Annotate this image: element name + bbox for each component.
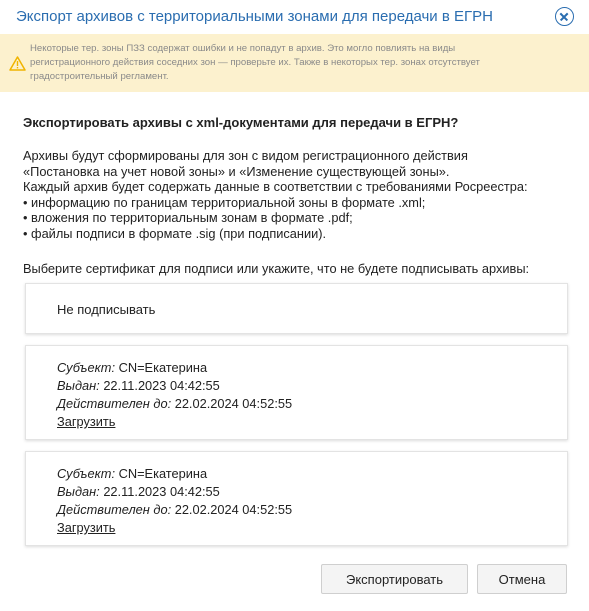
cert-issued-value: 22.11.2023 04:42:55 xyxy=(103,484,220,499)
cert-valid-label: Действителен до: xyxy=(57,396,172,411)
description-line: • информацию по границам территориальной… xyxy=(23,194,426,210)
cert-subject-value: CN=Екатерина xyxy=(118,360,208,375)
cert-issued-value: 22.11.2023 04:42:55 xyxy=(103,378,220,393)
no-sign-option[interactable]: Не подписывать xyxy=(25,283,568,334)
cert-subject-label: Субъект: xyxy=(57,360,116,375)
description-line: Каждый архив будет содержать данные в со… xyxy=(23,179,528,194)
export-question: Экспортировать архивы с xml-документами … xyxy=(23,115,459,130)
warning-banner: Некоторые тер. зоны ПЗЗ содержат ошибки … xyxy=(0,34,589,92)
description-line: «Постановка на учет новой зоны» и «Измен… xyxy=(23,163,450,179)
dialog-header: Экспорт архивов с территориальными зонам… xyxy=(0,0,589,33)
dialog-title: Экспорт архивов с территориальными зонам… xyxy=(16,8,493,25)
warning-line: Некоторые тер. зоны ПЗЗ содержат ошибки … xyxy=(30,43,456,54)
no-sign-label: Не подписывать xyxy=(57,302,156,317)
description-line: Архивы будут сформированы для зон с видо… xyxy=(23,148,468,163)
cert-valid-value: 22.02.2024 04:52:55 xyxy=(174,502,293,517)
cert-valid-row: Действителен до: 22.02.2024 04:52:55 xyxy=(57,395,292,413)
cert-load-link[interactable]: Загрузить xyxy=(57,414,115,429)
certificate-option[interactable]: Субъект: CN=Екатерина Выдан: 22.11.2023 … xyxy=(25,345,568,440)
cert-valid-value: 22.02.2024 04:52:55 xyxy=(174,396,293,411)
cert-subject-row: Субъект: CN=Екатерина xyxy=(57,359,292,377)
cert-valid-label: Действителен до: xyxy=(57,502,172,517)
warning-text: Некоторые тер. зоны ПЗЗ содержат ошибки … xyxy=(30,42,500,84)
cert-valid-row: Действителен до: 22.02.2024 04:52:55 xyxy=(57,501,292,519)
export-button[interactable]: Экспортировать xyxy=(321,564,468,594)
description-line: • вложения по территориальным зонам в фо… xyxy=(23,210,353,225)
export-description: Архивы будут сформированы для зон с видо… xyxy=(23,148,528,241)
cert-issued-label: Выдан: xyxy=(57,378,100,393)
close-icon[interactable] xyxy=(555,7,574,26)
cancel-button[interactable]: Отмена xyxy=(477,564,567,594)
certificate-option[interactable]: Субъект: CN=Екатерина Выдан: 22.11.2023 … xyxy=(25,451,568,546)
cert-subject-row: Субъект: CN=Екатерина xyxy=(57,465,292,483)
cert-issued-row: Выдан: 22.11.2023 04:42:55 xyxy=(57,377,292,395)
description-line: • файлы подписи в формате .sig (при подп… xyxy=(23,225,327,241)
warning-line: градостроительный регламент. xyxy=(30,71,169,82)
cert-issued-row: Выдан: 22.11.2023 04:42:55 xyxy=(57,483,292,501)
certificate-select-prompt: Выберите сертификат для подписи или укаж… xyxy=(23,261,530,276)
warning-triangle-icon xyxy=(0,55,30,71)
warning-line: регистрационного действия соседних зон —… xyxy=(30,57,480,68)
cert-subject-label: Субъект: xyxy=(57,466,116,481)
cert-issued-label: Выдан: xyxy=(57,484,100,499)
cert-load-link[interactable]: Загрузить xyxy=(57,520,115,535)
cert-subject-value: CN=Екатерина xyxy=(118,466,208,481)
